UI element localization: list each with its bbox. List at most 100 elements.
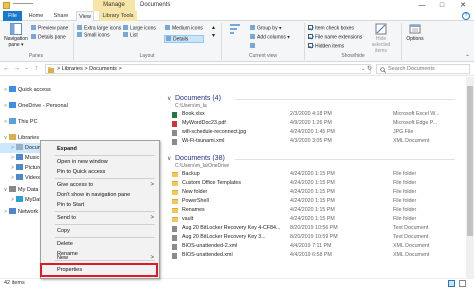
group-title[interactable]: Documents (38) <box>175 155 225 162</box>
preview-pane-button[interactable]: Preview pane <box>31 25 68 32</box>
details-icon <box>166 35 171 41</box>
collapse-ribbon-icon[interactable]: ⌃ <box>465 54 470 61</box>
menu-item-delete[interactable]: Delete <box>41 239 159 249</box>
file-date: 2/3/2020 4:18 PM <box>290 111 332 117</box>
options-button[interactable]: Options <box>404 23 426 42</box>
back-arrow-icon[interactable]: ← <box>2 64 11 73</box>
hidden-items-toggle[interactable]: Hidden items <box>308 43 344 50</box>
large-icons-icon <box>123 25 128 30</box>
help-icon[interactable]: ? <box>462 12 470 20</box>
folder-icon <box>172 208 178 213</box>
group-title[interactable]: Documents (4) <box>175 95 221 102</box>
maximize-button[interactable]: □ <box>434 1 450 10</box>
file-name: BIOS-unattended.xml <box>182 252 233 258</box>
quick-access-toolbar[interactable] <box>13 3 33 8</box>
expand-arrow-icon[interactable]: > <box>9 153 16 163</box>
list-button[interactable]: List <box>123 32 138 39</box>
scrollbar-thumb[interactable] <box>467 86 473 236</box>
tab-home[interactable]: Home <box>26 11 46 21</box>
file-row[interactable]: MyWordDoc23.pdf 4/9/2020 1:26 PM Microsoft… <box>168 119 468 128</box>
layout-scroll-down[interactable]: ▾ <box>212 33 215 40</box>
file-row[interactable]: Wi-Fi-tsunami.xml 4/3/2020 3:05 PM XML Doc… <box>168 137 468 146</box>
tab-library-tools[interactable]: Library Tools <box>99 11 137 21</box>
extra-large-icons-button[interactable]: Extra large icons <box>77 25 121 32</box>
forward-arrow-icon[interactable]: → <box>12 64 21 73</box>
menu-item-give-access-to[interactable]: Give access to > <box>41 180 159 190</box>
expand-arrow-icon[interactable]: > <box>2 117 9 127</box>
tab-file[interactable]: File <box>3 11 22 21</box>
navigation-pane-button[interactable]: Navigation pane ▾ <box>3 23 29 48</box>
file-row[interactable]: Aug 20 BitLocker Recovery Key 3... 8/20/2… <box>168 233 468 242</box>
details-pane-button[interactable]: Details pane <box>31 34 66 41</box>
file-row[interactable]: vault 4/24/2020 1:15 PM File folder <box>168 215 468 224</box>
add-columns-icon <box>250 34 255 39</box>
menu-item-new[interactable]: New > <box>41 253 159 263</box>
expand-arrow-icon[interactable]: > <box>9 143 16 153</box>
expand-arrow-icon[interactable]: > <box>2 207 9 217</box>
address-bar: ← → ⌄ ↑ > Libraries > Documents > ⌄ ↻ Se… <box>0 62 474 76</box>
options-label: Options <box>406 36 424 42</box>
expand-arrow-icon[interactable]: > <box>9 163 16 173</box>
title-bar <box>0 0 474 11</box>
file-row[interactable]: wifi-schedule-reconnect.jpg 4/24/2020 1:4… <box>168 128 468 137</box>
group-collapse-icon[interactable]: ∨ <box>167 155 171 162</box>
address-dropdown-icon[interactable]: ⌄ <box>361 66 365 72</box>
file-row[interactable]: Renames 4/24/2020 1:15 PM File folder <box>168 206 468 215</box>
tab-view[interactable]: View <box>76 11 94 21</box>
file-row[interactable]: Custom Office Templates 4/24/2020 1:15 PM… <box>168 179 468 188</box>
large-icons-view-icon[interactable] <box>459 280 466 287</box>
close-button[interactable]: ✕ <box>455 1 471 10</box>
recent-locations-icon[interactable]: ⌄ <box>22 64 31 73</box>
sort-by-button[interactable] <box>224 23 246 36</box>
nav-item[interactable]: > OneDrive - Personal <box>0 101 160 111</box>
item-check-boxes-toggle[interactable]: Item check boxes <box>308 25 354 32</box>
file-row[interactable]: BIOS-unattended.xml 4/4/2019 6:58 PM XML D… <box>168 251 468 260</box>
file-row[interactable]: Backup 4/24/2020 1:15 PM File folder <box>168 170 468 179</box>
menu-item-label: Open in new window <box>57 159 108 165</box>
file-row[interactable]: PowerShell 4/24/2020 1:15 PM File folder <box>168 197 468 206</box>
expand-arrow-icon[interactable]: > <box>2 85 9 95</box>
expand-arrow-icon[interactable]: > <box>9 195 16 205</box>
folder-icon <box>172 217 178 222</box>
minimize-button[interactable]: — <box>414 1 430 10</box>
menu-item-open-in-new-window[interactable]: Open in new window <box>41 157 159 167</box>
group-by-button[interactable]: Group by ▾ <box>250 25 281 32</box>
file-row[interactable]: Book.xlsx 2/3/2020 4:18 PM Microsoft Excel… <box>168 110 468 119</box>
menu-item-send-to[interactable]: Send to > <box>41 213 159 223</box>
search-icon <box>380 66 386 73</box>
size-all-columns-button[interactable] <box>250 43 257 50</box>
layout-scroll-up[interactable]: ▴ <box>212 25 215 32</box>
nav-item[interactable]: > Quick access <box>0 85 160 95</box>
expand-arrow-icon[interactable]: ∨ <box>2 133 9 143</box>
file-type: File folder <box>393 198 417 204</box>
small-icons-button[interactable]: Small icons <box>77 32 110 39</box>
file-row[interactable]: BIOS-unattended-2.xml 4/4/2019 7:11 PM XML… <box>168 242 468 251</box>
details-button[interactable]: Details <box>166 35 188 43</box>
hide-selected-items-button[interactable]: Hide selected items <box>366 23 396 54</box>
details-view-icon[interactable] <box>448 280 455 287</box>
file-type: File folder <box>393 207 417 213</box>
refresh-icon[interactable]: ↻ <box>367 65 372 72</box>
add-columns-button[interactable]: Add columns ▾ <box>250 34 290 41</box>
expand-arrow-icon[interactable]: > <box>9 173 16 183</box>
menu-item-pin-to-start[interactable]: Pin to Start <box>41 200 159 210</box>
group-collapse-icon[interactable]: ∨ <box>167 95 171 102</box>
menu-item-expand[interactable]: Expand <box>41 144 159 154</box>
nav-item[interactable]: > This PC <box>0 117 160 127</box>
up-arrow-icon[interactable]: ↑ <box>32 64 41 73</box>
file-row[interactable]: New folder 4/24/2020 1:15 PM File folder <box>168 188 468 197</box>
nav-item-label: Network <box>18 209 39 215</box>
add-columns-label: Add columns ▾ <box>257 34 290 41</box>
hidden-items-label: Hidden items <box>315 43 345 50</box>
medium-icons-button[interactable]: Medium icons <box>165 25 203 32</box>
menu-item-copy[interactable]: Copy <box>41 226 159 236</box>
tab-share[interactable]: Share <box>50 11 72 21</box>
details-pane-icon <box>31 34 36 39</box>
large-icons-button[interactable]: Large icons <box>123 25 156 32</box>
expand-arrow-icon[interactable]: ∨ <box>2 185 9 195</box>
file-name-extensions-toggle[interactable]: File name extensions <box>308 34 362 41</box>
menu-item-don-t-show-in-navigation-pane[interactable]: Don't show in navigation pane <box>41 190 159 200</box>
expand-arrow-icon[interactable]: > <box>2 101 9 111</box>
file-row[interactable]: Aug 20 BitLocker Recovery Key 4-CF84... 8… <box>168 224 468 233</box>
menu-item-pin-to-quick-access[interactable]: Pin to Quick access <box>41 167 159 177</box>
